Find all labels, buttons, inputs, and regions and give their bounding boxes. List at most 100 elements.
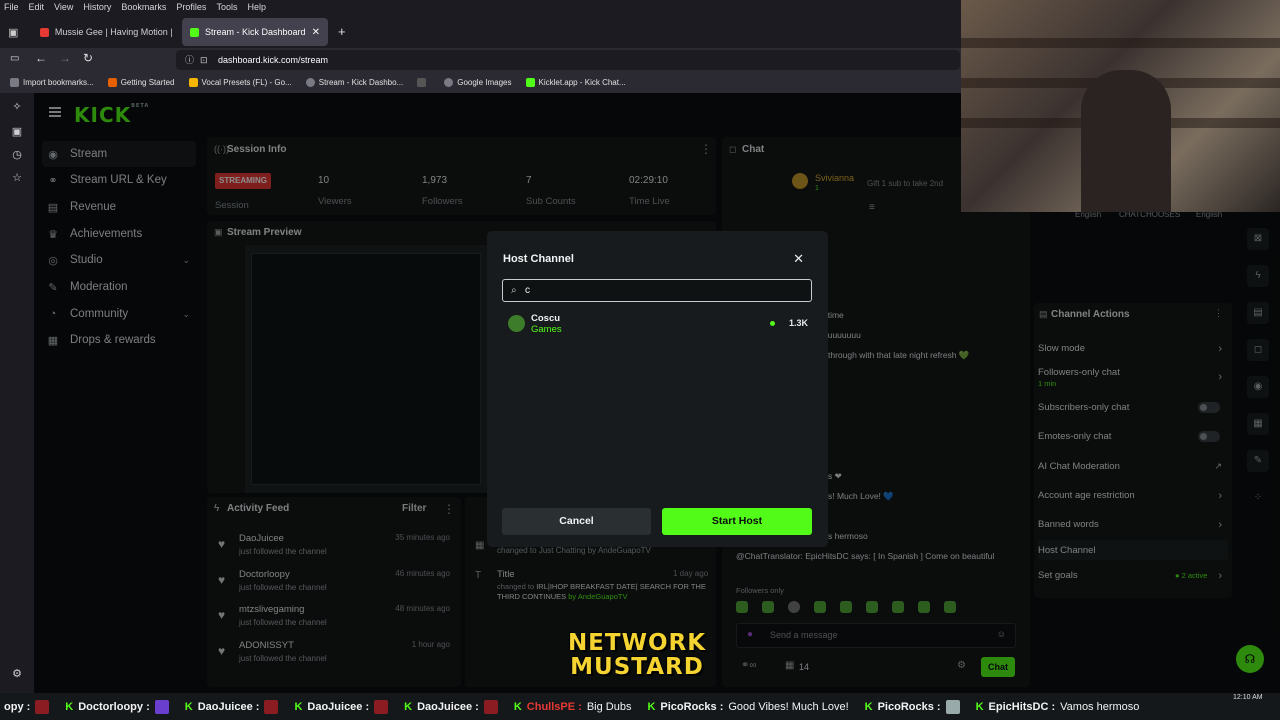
history-icon[interactable]: ◷ — [11, 149, 23, 161]
new-tab-icon[interactable]: + — [338, 24, 346, 39]
kick-icon: K — [647, 700, 656, 713]
avatar — [483, 699, 498, 714]
ticker-message: Good Vibes! Much Love! — [728, 700, 849, 713]
menu-history[interactable]: History — [83, 0, 111, 14]
bookmark-vocal-presets[interactable]: Vocal Presets (FL) - Go... — [188, 78, 292, 87]
bookmark-label: Import bookmarks... — [23, 78, 94, 87]
tab-mussie-gee[interactable]: Mussie Gee | Having Motion | C — [32, 18, 180, 46]
channel-category: Games — [531, 324, 562, 335]
network-mustard-logo: NETWORK MUSTARD — [543, 631, 731, 687]
reload-icon[interactable]: ↻ — [83, 51, 93, 65]
close-tab-icon[interactable]: ✕ — [312, 27, 320, 38]
system-clock: 12:10 AM — [1233, 694, 1263, 701]
ticker-user: ChullsPE : — [526, 700, 582, 713]
avatar — [154, 699, 169, 714]
drive-icon — [188, 78, 198, 87]
kick-icon: K — [864, 700, 873, 713]
bookmark-label: Kicklet.app - Kick Chat... — [538, 78, 626, 87]
tab-list-icon[interactable]: ▣ — [8, 26, 18, 39]
channel-avatar — [508, 315, 525, 332]
bookmark-star-icon[interactable]: ☆ — [11, 172, 23, 184]
globe-icon — [444, 78, 454, 87]
ticker-message: Big Dubs — [586, 700, 632, 713]
menu-help[interactable]: Help — [247, 0, 266, 14]
ticker-message: Vamos hermoso — [1060, 700, 1140, 713]
firefox-icon — [107, 78, 117, 87]
channel-search-input[interactable] — [525, 283, 795, 298]
import-icon — [10, 78, 19, 87]
sidebar-toggle-icon[interactable]: ▭ — [10, 53, 19, 64]
avatar — [35, 699, 50, 714]
streamer-figure — [1081, 70, 1171, 212]
kicklet-icon — [525, 78, 535, 87]
close-icon[interactable]: ✕ — [793, 251, 804, 267]
kick-favicon-icon — [190, 27, 199, 37]
bookmark-google-images[interactable]: Google Images — [444, 78, 512, 87]
ticker-item: K PicoRocks : — [864, 699, 960, 714]
back-icon[interactable]: ← — [35, 51, 47, 65]
menu-view[interactable]: View — [54, 0, 73, 14]
ticker-user: PicoRocks : — [877, 700, 941, 713]
globe-icon — [305, 78, 315, 87]
ticker-item: K EpicHitsDC : Vamos hermoso — [976, 701, 1140, 713]
ticker-user: PicoRocks : — [660, 700, 724, 713]
ticker-user: Doctorloopy : — [78, 700, 150, 713]
menu-bookmarks[interactable]: Bookmarks — [121, 0, 166, 14]
ai-sparkle-icon[interactable]: ✧ — [11, 101, 23, 113]
browser-sidebar: ✧ ▣ ◷ ☆ ⚙ — [0, 93, 34, 720]
chat-ticker: opy : K Doctorloopy : K DaoJuicee : K DaoJu… — [0, 693, 1280, 720]
webcam-overlay — [961, 0, 1280, 212]
start-host-button[interactable]: Start Host — [662, 508, 812, 535]
ticker-item: K ChullsPE : Big Dubs — [514, 701, 632, 713]
channel-result-coscu[interactable]: Coscu Games 1.3K — [507, 313, 812, 339]
info-icon[interactable]: ⓘ — [185, 50, 194, 70]
search-icon: ⌕ — [511, 285, 517, 296]
menu-profiles[interactable]: Profiles — [176, 0, 206, 14]
avatar — [264, 699, 279, 714]
ticker-item: K DaoJuicee : — [294, 699, 389, 714]
ticker-user: EpicHitsDC : — [988, 700, 1056, 713]
brand-line-2: MUSTARD — [570, 654, 704, 680]
kick-icon: K — [184, 700, 193, 713]
menu-edit[interactable]: Edit — [29, 0, 45, 14]
bookmark-getting-started[interactable]: Getting Started — [107, 78, 175, 87]
tabs-icon[interactable]: ▣ — [11, 126, 23, 138]
kick-icon: K — [65, 700, 74, 713]
bookmark-s[interactable] — [417, 78, 430, 87]
lock-icon[interactable]: ⊡ — [200, 50, 208, 70]
tab-kick-dashboard[interactable]: Stream - Kick Dashboard ✕ — [182, 18, 328, 46]
ticker-user: DaoJuicee : — [307, 700, 370, 713]
youtube-icon — [40, 27, 49, 37]
brand-line-1: NETWORK — [567, 630, 707, 656]
channel-viewers: 1.3K — [788, 318, 808, 328]
kick-icon: K — [975, 700, 984, 713]
ticker-user: DaoJuicee : — [197, 700, 260, 713]
settings-gear-icon[interactable]: ⚙ — [11, 668, 23, 680]
url-input[interactable]: ⓘ ⊡ dashboard.kick.com/stream — [176, 50, 960, 70]
shelf — [961, 38, 1280, 48]
bookmark-stream-kick[interactable]: Stream - Kick Dashbo... — [305, 78, 404, 87]
bookmark-kicklet[interactable]: Kicklet.app - Kick Chat... — [525, 78, 626, 87]
cancel-button[interactable]: Cancel — [502, 508, 651, 535]
bookmark-label: Google Images — [457, 78, 512, 87]
tab-title: Stream - Kick Dashboard — [205, 27, 306, 37]
forward-icon[interactable]: → — [59, 51, 71, 65]
host-channel-modal: Host Channel ✕ ⌕ Coscu Games 1.3K Cancel… — [487, 231, 828, 547]
menu-file[interactable]: File — [4, 0, 19, 14]
avatar — [945, 699, 960, 714]
channel-name: Coscu — [531, 313, 561, 324]
bookmark-label: Stream - Kick Dashbo... — [318, 78, 404, 87]
ticker-item: K PicoRocks : Good Vibes! Much Love! — [647, 701, 848, 713]
bookmark-import[interactable]: Import bookmarks... — [10, 78, 94, 87]
ticker-item: K DaoJuicee : — [404, 699, 498, 714]
avatar — [374, 699, 389, 714]
kick-icon: K — [404, 700, 413, 713]
ticker-user: DaoJuicee : — [417, 700, 479, 713]
ticker-item: K Doctorloopy : — [65, 699, 169, 714]
ticker-item: opy : — [4, 699, 50, 714]
menu-tools[interactable]: Tools — [216, 0, 237, 14]
kick-icon: K — [294, 700, 303, 713]
ticker-user: opy : — [4, 700, 31, 713]
url-text: dashboard.kick.com/stream — [218, 55, 329, 65]
bookmark-label: Getting Started — [120, 78, 175, 87]
